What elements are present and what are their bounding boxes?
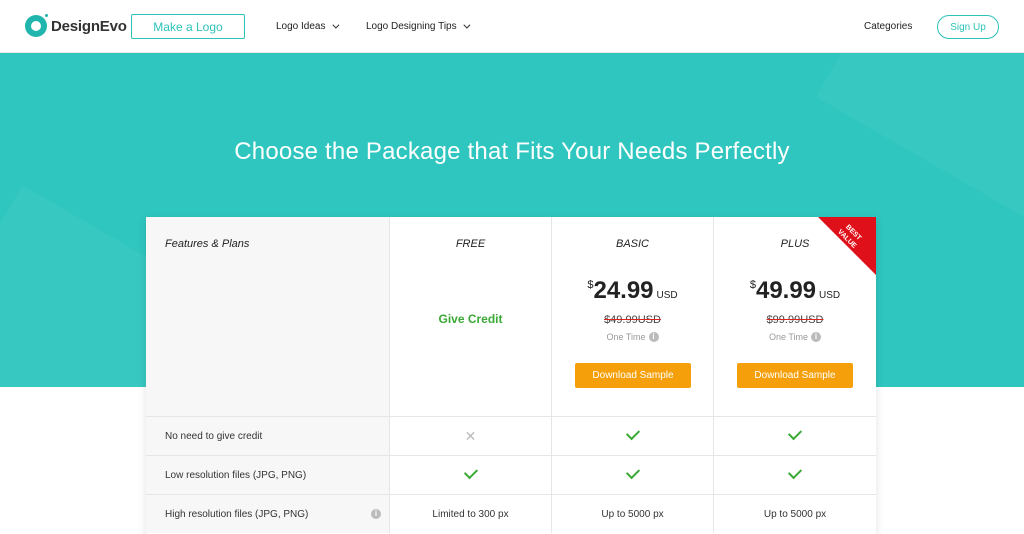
price-amount: 49.99 (755, 277, 817, 304)
cross-icon: ✕ (464, 428, 477, 444)
basic-cell (552, 456, 714, 494)
billing-period: One Time i (552, 332, 713, 342)
hero-decoration (816, 53, 1024, 217)
plus-cell (714, 417, 876, 455)
basic-cell (552, 417, 714, 455)
designevo-logo-icon (25, 12, 50, 37)
feature-cell: No need to give credit (146, 417, 390, 455)
features-header: Features & Plans (146, 217, 390, 416)
plus-cell: Up to 5000 px (714, 495, 876, 533)
table-row: High resolution files (JPG, PNG) i Limite… (146, 494, 876, 533)
download-sample-button[interactable]: Download Sample (737, 363, 853, 388)
nav-categories[interactable]: Categories (864, 21, 912, 32)
price-unit: USD (819, 290, 841, 301)
plus-cell (714, 456, 876, 494)
info-icon[interactable]: i (648, 332, 659, 342)
plan-name: BASIC (615, 238, 649, 250)
check-icon (463, 465, 478, 480)
top-nav-bar: DesignEvo Make a Logo Logo Ideas Logo De… (0, 0, 1024, 53)
plan-price: $24.99 USD (552, 277, 713, 305)
plan-basic: BASIC $24.99 USD $49.99USD One Time i Down… (552, 217, 714, 416)
plan-price: $49.99 USD (714, 277, 876, 305)
features-plans-label: Features & Plans (165, 238, 250, 250)
check-icon (787, 465, 803, 480)
info-icon[interactable]: i (811, 332, 821, 342)
plan-free: FREE Give Credit (390, 217, 552, 416)
brand-name: DesignEvo (51, 17, 127, 35)
price-amount: 24.99 (593, 277, 654, 304)
price-unit: USD (656, 290, 678, 301)
feature-cell: Low resolution files (JPG, PNG) (146, 456, 390, 494)
currency-symbol: $ (587, 279, 594, 291)
give-credit-note: Give Credit (438, 312, 503, 326)
basic-value: Up to 5000 px (601, 508, 664, 520)
designevo-logo[interactable]: DesignEvo (25, 12, 127, 37)
pricing-table: Features & Plans FREE Give Credit BASIC … (146, 217, 876, 534)
free-value: Limited to 300 px (432, 508, 509, 520)
plan-plus: PLUS $49.99 USD $99.99USD One Time i Downl… (714, 217, 876, 416)
table-row: Low resolution files (JPG, PNG) (146, 455, 876, 494)
free-cell (390, 456, 552, 494)
billing-period-label: One Time (768, 332, 808, 342)
nav-logo-designing-tips-label: Logo Designing Tips (366, 21, 457, 32)
currency-symbol: $ (749, 279, 756, 291)
plus-value: Up to 5000 px (763, 508, 827, 520)
plan-name: FREE (455, 238, 486, 250)
chevron-down-icon (331, 21, 339, 29)
original-price: $99.99USD (766, 314, 824, 326)
info-icon[interactable]: i (371, 509, 381, 519)
feature-label: High resolution files (JPG, PNG) (165, 508, 309, 520)
check-icon (787, 426, 803, 441)
check-icon (625, 426, 640, 441)
free-cell: ✕ (390, 417, 552, 455)
nav-logo-designing-tips[interactable]: Logo Designing Tips (366, 21, 471, 32)
page-title: Choose the Package that Fits Your Needs … (234, 138, 790, 165)
original-price: $49.99USD (604, 314, 661, 326)
download-sample-button[interactable]: Download Sample (575, 363, 691, 388)
chevron-down-icon (463, 21, 471, 29)
free-cell: Limited to 300 px (390, 495, 552, 533)
feature-cell: High resolution files (JPG, PNG) i (146, 495, 390, 533)
make-a-logo-button[interactable]: Make a Logo (131, 14, 245, 39)
sign-up-button[interactable]: Sign Up (937, 15, 999, 39)
billing-period: One Time i (714, 332, 876, 342)
basic-cell: Up to 5000 px (552, 495, 714, 533)
feature-label: Low resolution files (JPG, PNG) (165, 469, 307, 481)
nav-logo-ideas[interactable]: Logo Ideas (276, 21, 339, 32)
check-icon (625, 465, 640, 480)
table-row: No need to give credit ✕ (146, 416, 876, 455)
best-value-ribbon: BEST VALUE (816, 217, 876, 277)
nav-logo-ideas-label: Logo Ideas (276, 21, 326, 32)
feature-label: No need to give credit (165, 430, 263, 442)
billing-period-label: One Time (606, 332, 646, 342)
